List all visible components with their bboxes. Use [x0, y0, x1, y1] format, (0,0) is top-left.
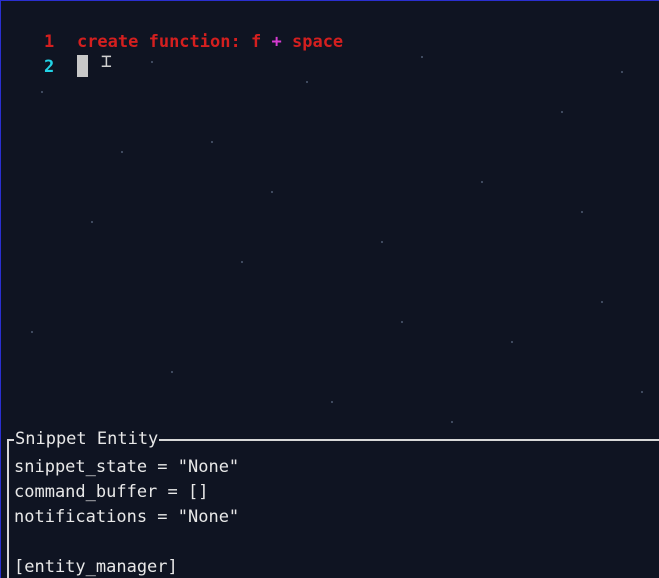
code-editor[interactable]: 1 create function: f + space 2 [3, 5, 653, 77]
snippet-colon: : [230, 32, 241, 52]
snippet-key-space: space [291, 32, 344, 52]
text-cursor [76, 54, 88, 77]
snippet-key-f: f [250, 32, 262, 52]
line-number: 1 [43, 32, 55, 52]
snippet-keyword: create function [76, 32, 231, 52]
editor-line-1: 1 create function: f + space [3, 5, 653, 52]
plus-sign: + [271, 32, 282, 52]
entity-manager-line: [entity_manager] [14, 557, 178, 577]
notifications-line: notifications = "None" [14, 507, 240, 527]
command-buffer-line: command_buffer = [] [14, 482, 209, 502]
panel-title: Snippet Entity [14, 429, 160, 449]
line-number: 2 [43, 57, 55, 77]
snippet-entity-panel: Snippet Entity snippet_state = "None" co… [7, 429, 659, 578]
ibeam-cursor-icon: ⌶ [101, 51, 112, 72]
snippet-state-line: snippet_state = "None" [14, 457, 240, 477]
panel-body: snippet_state = "None" command_buffer = … [14, 455, 239, 578]
